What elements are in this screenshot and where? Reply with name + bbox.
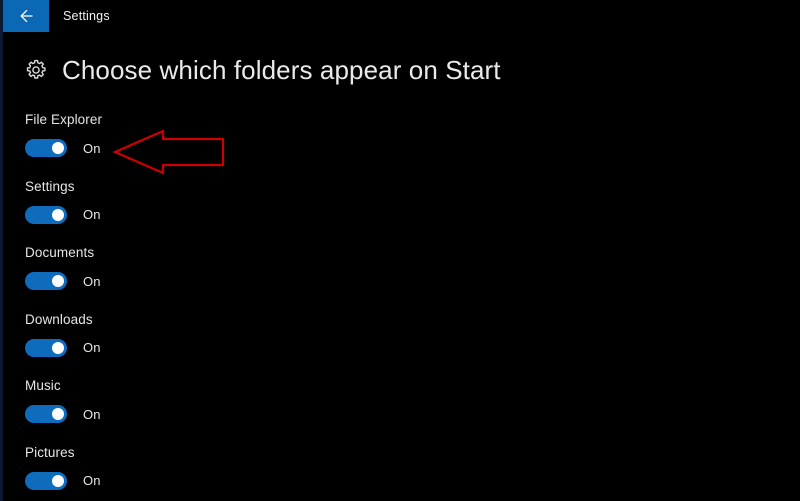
toggle-file-explorer[interactable] [25,139,67,157]
toggle-state-label: On [83,473,101,488]
setting-label: Pictures [25,444,75,460]
toggle-knob [52,275,64,287]
setting-group-music: Music On [25,378,445,445]
toggle-state-label: On [83,406,101,422]
toggle-state-label: On [83,340,101,355]
toggle-knob [52,474,64,487]
back-button[interactable] [3,0,49,32]
toggle-documents[interactable] [25,272,67,290]
setting-label: Settings [25,178,75,194]
toggle-knob [52,408,64,420]
setting-group-pictures: Pictures On [25,445,445,501]
setting-label: Music [25,378,61,393]
toggle-knob [52,341,64,354]
page-header: Choose which folders appear on Start [24,52,501,88]
toggle-row: On [25,338,445,357]
page-title: Choose which folders appear on Start [62,54,501,85]
toggle-row: On [25,405,445,423]
setting-group-settings: Settings On [25,179,445,246]
toggle-state-label: On [83,207,101,222]
toggle-knob [52,142,64,154]
title-bar: Settings [3,0,800,32]
toggle-music[interactable] [25,405,67,423]
setting-group-downloads: Downloads On [25,312,445,379]
toggle-state-label: On [83,140,101,156]
back-arrow-icon [20,9,33,23]
toggle-row: On [25,471,445,490]
toggle-downloads[interactable] [25,338,67,357]
toggle-row: On [25,205,445,224]
gear-icon [26,59,46,79]
setting-group-documents: Documents On [25,245,445,312]
settings-window: Settings Choose which folders appear on … [0,0,800,501]
toggle-row: On [25,139,445,157]
setting-label: Downloads [25,311,93,327]
setting-label: File Explorer [25,112,103,127]
toggle-settings[interactable] [25,205,67,224]
toggle-pictures[interactable] [25,471,67,490]
setting-label: Documents [25,245,95,260]
toggle-state-label: On [83,273,101,289]
app-title: Settings [63,9,110,23]
toggle-knob [52,208,64,221]
toggle-row: On [25,272,445,290]
setting-group-file-explorer: File Explorer On [25,112,445,179]
folder-toggle-list: File Explorer On Settings On Documents O… [25,112,445,501]
